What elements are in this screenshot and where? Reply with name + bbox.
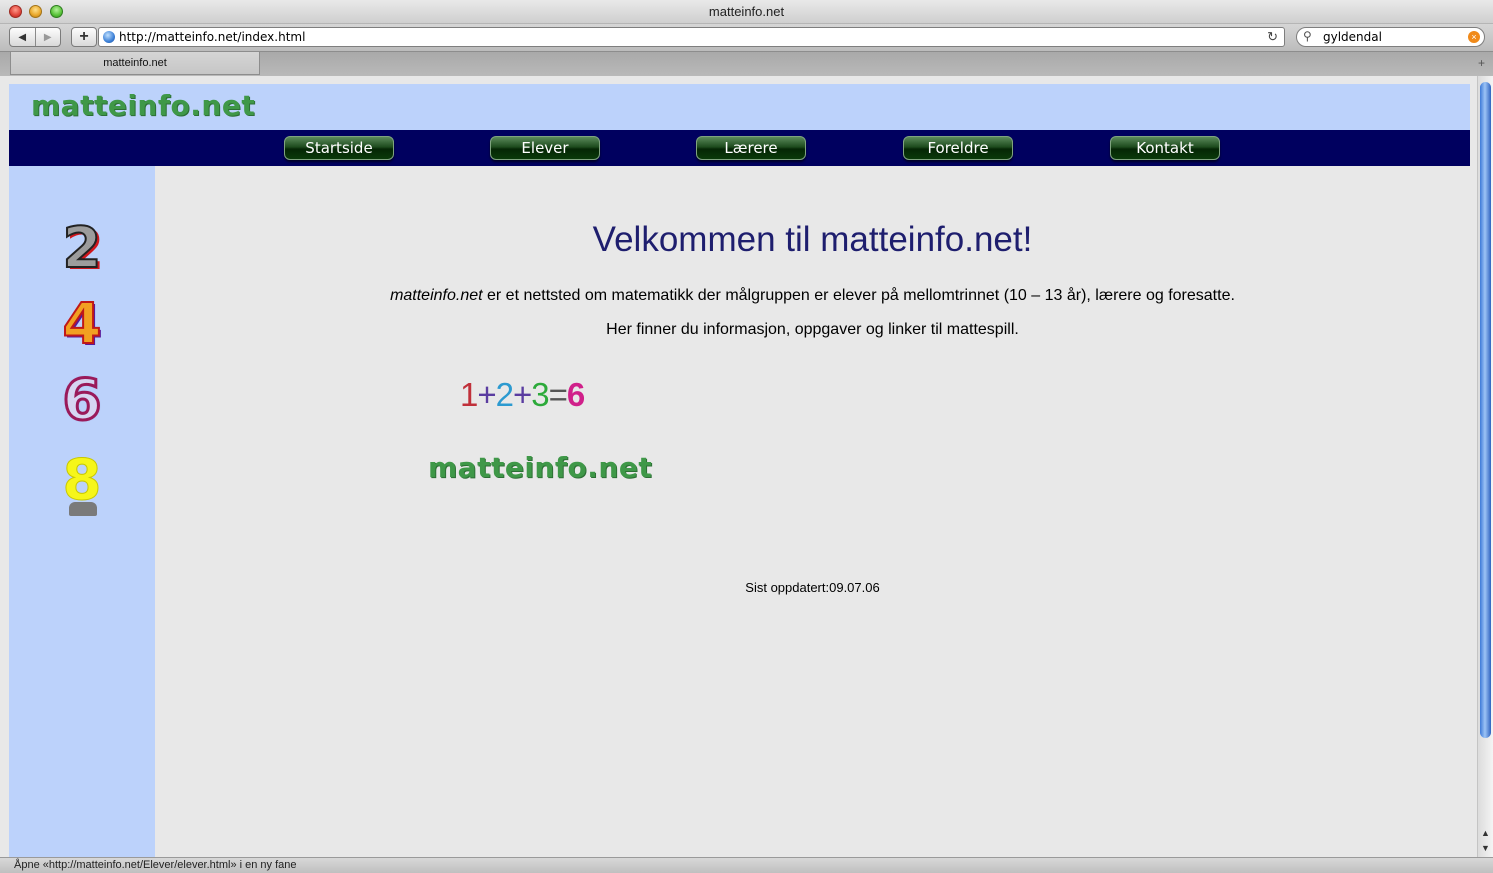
- site-nav: Startside Elever Lærere Foreldre Kontakt: [9, 130, 1470, 166]
- equation-equals: =: [548, 376, 568, 413]
- scroll-up-icon[interactable]: ▲: [1478, 826, 1493, 840]
- scroll-down-icon[interactable]: ▼: [1478, 841, 1493, 855]
- intro-text: er et nettsted om matematikk der målgrup…: [482, 287, 1235, 304]
- add-bookmark-button[interactable]: +: [71, 27, 97, 47]
- tab-bar: matteinfo.net +: [0, 51, 1493, 76]
- back-button[interactable]: ◀: [10, 28, 35, 46]
- logo-image: matteinfo.net: [428, 451, 653, 484]
- tab-matteinfo[interactable]: matteinfo.net: [10, 52, 260, 75]
- equation-result: 6: [566, 376, 585, 413]
- address-bar[interactable]: http://matteinfo.net/index.html ↻: [98, 27, 1285, 47]
- intro-paragraph-2: Her finner du informasjon, oppgaver og l…: [606, 321, 1019, 338]
- url-text[interactable]: http://matteinfo.net/index.html: [119, 30, 305, 44]
- equation-n3: 3: [531, 376, 549, 413]
- status-text: Åpne «http://matteinfo.net/Elever/elever…: [14, 859, 297, 871]
- nav-foreldre[interactable]: Foreldre: [903, 136, 1013, 160]
- page-title: Velkommen til matteinfo.net!: [592, 220, 1033, 259]
- equation-plus-2: +: [513, 376, 532, 413]
- title-bar: matteinfo.net: [0, 0, 1493, 24]
- number-2-image: 2: [62, 215, 103, 282]
- number-8-image: 8: [62, 448, 102, 514]
- window-title: matteinfo.net: [708, 4, 785, 19]
- site-logo[interactable]: matteinfo.net: [31, 89, 255, 122]
- equation-n1: 1: [460, 376, 478, 413]
- scrollbar-thumb[interactable]: [1480, 82, 1491, 738]
- main-content: Velkommen til matteinfo.net! matteinfo.n…: [155, 166, 1470, 857]
- new-tab-icon[interactable]: +: [1478, 56, 1485, 70]
- equation-n2: 2: [495, 376, 514, 413]
- last-updated: Sist oppdatert:09.07.06: [745, 580, 880, 595]
- nav-laerere[interactable]: Lærere: [696, 136, 806, 160]
- status-bar: Åpne «http://matteinfo.net/Elever/elever…: [0, 857, 1493, 873]
- number-4-image: 4: [62, 291, 103, 358]
- vertical-scrollbar[interactable]: ▲ ▼: [1477, 76, 1493, 857]
- intro-paragraph: matteinfo.net er et nettsted om matemati…: [155, 287, 1470, 305]
- intro-site-name: matteinfo.net: [390, 287, 483, 304]
- nav-kontakt[interactable]: Kontakt: [1110, 136, 1220, 160]
- nav-startside[interactable]: Startside: [284, 136, 394, 160]
- search-field[interactable]: ⚲ gyldendal ×: [1296, 27, 1485, 47]
- equation-plus-1: +: [477, 376, 496, 413]
- page-header: matteinfo.net: [9, 84, 1470, 130]
- search-icon[interactable]: ⚲: [1303, 29, 1312, 43]
- clear-search-icon[interactable]: ×: [1468, 31, 1480, 43]
- forward-button[interactable]: ▶: [34, 28, 61, 46]
- history-buttons: ◀ ▶: [9, 27, 61, 47]
- globe-icon: [103, 31, 115, 43]
- equation-image: 1+2+3=6: [460, 376, 585, 414]
- search-input[interactable]: gyldendal: [1323, 30, 1382, 44]
- reload-icon[interactable]: ↻: [1267, 29, 1278, 45]
- sidebar: 2 4 6 8: [9, 166, 155, 857]
- web-page: matteinfo.net Startside Elever Lærere Fo…: [9, 84, 1470, 857]
- nav-elever[interactable]: Elever: [490, 136, 600, 160]
- number-6-image: 6: [61, 367, 103, 435]
- browser-toolbar: ◀ ▶ + http://matteinfo.net/index.html ↻ …: [0, 24, 1493, 51]
